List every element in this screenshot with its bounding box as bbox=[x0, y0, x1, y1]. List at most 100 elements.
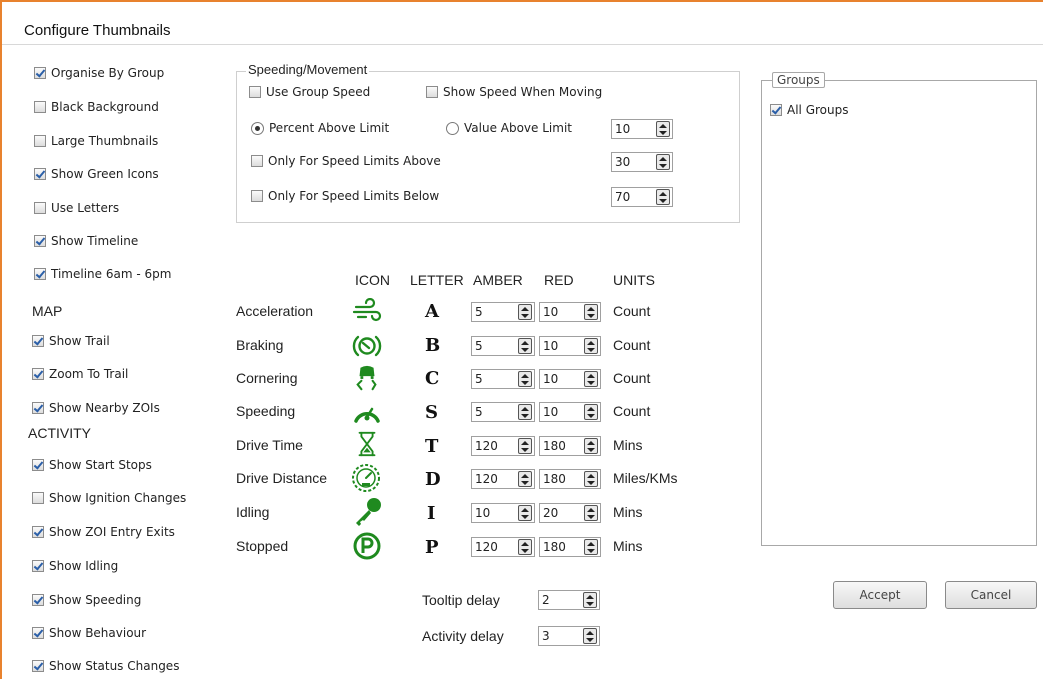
acceleration-red-spinner[interactable]: 10 bbox=[539, 302, 601, 322]
show-idling-checkbox[interactable]: Show Idling bbox=[32, 559, 118, 573]
drive-distance-red-spinner[interactable]: 180 bbox=[539, 469, 601, 489]
cornering-red-spinner[interactable]: 10 bbox=[539, 369, 601, 389]
idling-label: Idling bbox=[236, 504, 270, 520]
idling-letter: I bbox=[427, 503, 436, 524]
accept-button[interactable]: Accept bbox=[833, 581, 927, 609]
acceleration-units: Count bbox=[613, 303, 651, 319]
checkbox-box[interactable] bbox=[426, 86, 438, 98]
braking-letter: B bbox=[425, 335, 441, 356]
spinner-arrows[interactable] bbox=[518, 371, 532, 387]
spinner-arrows[interactable] bbox=[584, 471, 598, 487]
spinner-arrows[interactable] bbox=[518, 304, 532, 320]
spinner-arrows[interactable] bbox=[584, 304, 598, 320]
checkbox-box[interactable] bbox=[34, 168, 46, 180]
timeline-6am-6pm-checkbox[interactable]: Timeline 6am - 6pm bbox=[34, 267, 171, 281]
activity-delay-spinner[interactable]: 3 bbox=[538, 626, 600, 646]
checkbox-box[interactable] bbox=[249, 86, 261, 98]
spinner-arrows[interactable] bbox=[656, 189, 670, 205]
spinner-arrows[interactable] bbox=[656, 154, 670, 170]
checkbox-box[interactable] bbox=[32, 402, 44, 414]
black-background-checkbox[interactable]: Black Background bbox=[34, 100, 159, 114]
speed-limit-below-spinner[interactable]: 70 bbox=[611, 187, 673, 207]
show-nearby-zois-checkbox[interactable]: Show Nearby ZOIs bbox=[32, 401, 160, 415]
spinner-arrows[interactable] bbox=[518, 438, 532, 454]
checkbox-box[interactable] bbox=[34, 135, 46, 147]
only-speed-limits-above-checkbox[interactable]: Only For Speed Limits Above bbox=[251, 154, 441, 168]
speeding-amber-spinner[interactable]: 5 bbox=[471, 402, 535, 422]
braking-amber-spinner[interactable]: 5 bbox=[471, 336, 535, 356]
checkbox-box[interactable] bbox=[32, 492, 44, 504]
braking-red-spinner[interactable]: 10 bbox=[539, 336, 601, 356]
idling-amber-spinner[interactable]: 10 bbox=[471, 503, 535, 523]
show-speeding-checkbox[interactable]: Show Speeding bbox=[32, 593, 141, 607]
show-timeline-checkbox[interactable]: Show Timeline bbox=[34, 234, 138, 248]
spinner-arrows[interactable] bbox=[584, 404, 598, 420]
zoom-to-trail-checkbox[interactable]: Zoom To Trail bbox=[32, 367, 128, 381]
spinner-arrows[interactable] bbox=[584, 539, 598, 555]
show-start-stops-checkbox[interactable]: Show Start Stops bbox=[32, 458, 152, 472]
checkbox-box[interactable] bbox=[34, 235, 46, 247]
speeding-red-spinner[interactable]: 10 bbox=[539, 402, 601, 422]
spinner-arrows[interactable] bbox=[518, 539, 532, 555]
spinner-arrows[interactable] bbox=[656, 121, 670, 137]
cornering-amber-spinner[interactable]: 5 bbox=[471, 369, 535, 389]
speed-limit-above-spinner[interactable]: 30 bbox=[611, 152, 673, 172]
checkbox-box[interactable] bbox=[34, 202, 46, 214]
stopped-red-spinner[interactable]: 180 bbox=[539, 537, 601, 557]
tooltip-delay-spinner[interactable]: 2 bbox=[538, 590, 600, 610]
checkbox-box[interactable] bbox=[34, 268, 46, 280]
drive-time-units: Mins bbox=[613, 437, 643, 453]
checkbox-box[interactable] bbox=[770, 104, 782, 116]
stopped-amber-spinner[interactable]: 120 bbox=[471, 537, 535, 557]
show-speed-when-moving-checkbox[interactable]: Show Speed When Moving bbox=[426, 85, 602, 99]
show-green-icons-checkbox[interactable]: Show Green Icons bbox=[34, 167, 159, 181]
spinner-arrows[interactable] bbox=[584, 371, 598, 387]
drive-time-amber-spinner[interactable]: 120 bbox=[471, 436, 535, 456]
value-above-limit-radio[interactable]: Value Above Limit bbox=[446, 121, 572, 135]
all-groups-checkbox[interactable]: All Groups bbox=[770, 103, 848, 117]
checkbox-box[interactable] bbox=[32, 560, 44, 572]
limit-value-spinner[interactable]: 10 bbox=[611, 119, 673, 139]
only-speed-limits-below-checkbox[interactable]: Only For Speed Limits Below bbox=[251, 189, 439, 203]
idling-red-spinner[interactable]: 20 bbox=[539, 503, 601, 523]
checkbox-box[interactable] bbox=[32, 660, 44, 672]
drive-distance-amber-spinner[interactable]: 120 bbox=[471, 469, 535, 489]
spinner-arrows[interactable] bbox=[518, 505, 532, 521]
spinner-arrows[interactable] bbox=[518, 404, 532, 420]
drive-time-red-spinner[interactable]: 180 bbox=[539, 436, 601, 456]
map-section-title: MAP bbox=[32, 303, 63, 319]
spinner-arrows[interactable] bbox=[583, 628, 597, 644]
key-icon bbox=[356, 498, 381, 526]
acceleration-label: Acceleration bbox=[236, 303, 314, 319]
cancel-button[interactable]: Cancel bbox=[945, 581, 1037, 609]
checkbox-box[interactable] bbox=[32, 459, 44, 471]
spinner-arrows[interactable] bbox=[518, 338, 532, 354]
show-status-changes-checkbox[interactable]: Show Status Changes bbox=[32, 659, 179, 673]
spinner-arrows[interactable] bbox=[518, 471, 532, 487]
organise-by-group-checkbox[interactable]: Organise By Group bbox=[34, 66, 164, 80]
use-letters-checkbox[interactable]: Use Letters bbox=[34, 201, 119, 215]
show-trail-checkbox[interactable]: Show Trail bbox=[32, 334, 110, 348]
checkbox-box[interactable] bbox=[32, 627, 44, 639]
spinner-arrows[interactable] bbox=[583, 592, 597, 608]
checkbox-box[interactable] bbox=[34, 101, 46, 113]
large-thumbnails-checkbox[interactable]: Large Thumbnails bbox=[34, 134, 158, 148]
radio-button[interactable] bbox=[251, 121, 264, 135]
checkbox-box[interactable] bbox=[32, 594, 44, 606]
checkbox-box[interactable] bbox=[34, 67, 46, 79]
show-zoi-entry-exits-checkbox[interactable]: Show ZOI Entry Exits bbox=[32, 525, 175, 539]
show-ignition-changes-checkbox[interactable]: Show Ignition Changes bbox=[32, 491, 186, 505]
percent-above-limit-radio[interactable]: Percent Above Limit bbox=[251, 121, 389, 135]
checkbox-box[interactable] bbox=[251, 190, 263, 202]
checkbox-box[interactable] bbox=[32, 335, 44, 347]
use-group-speed-checkbox[interactable]: Use Group Speed bbox=[249, 85, 370, 99]
spinner-arrows[interactable] bbox=[584, 438, 598, 454]
radio-button[interactable] bbox=[446, 121, 459, 135]
checkbox-box[interactable] bbox=[251, 155, 263, 167]
spinner-arrows[interactable] bbox=[584, 338, 598, 354]
show-behaviour-checkbox[interactable]: Show Behaviour bbox=[32, 626, 146, 640]
acceleration-amber-spinner[interactable]: 5 bbox=[471, 302, 535, 322]
spinner-arrows[interactable] bbox=[584, 505, 598, 521]
checkbox-box[interactable] bbox=[32, 368, 44, 380]
checkbox-box[interactable] bbox=[32, 526, 44, 538]
